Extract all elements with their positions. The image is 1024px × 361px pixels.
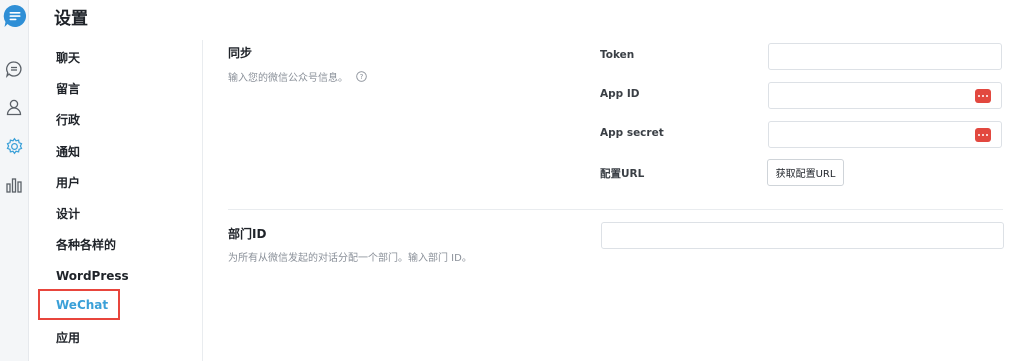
nav-item-chat[interactable]: 聊天 — [38, 42, 120, 73]
settings-nav: 聊天 留言 行政 通知 用户 设计 各种各样的 WordPress WeChat… — [38, 40, 202, 361]
department-section-title: 部门ID — [228, 227, 267, 241]
get-config-url-button[interactable]: 获取配置URL — [767, 159, 844, 186]
department-section-description: 为所有从微信发起的对话分配一个部门。输入部门 ID。 — [228, 253, 472, 264]
nav-divider — [202, 40, 203, 361]
nav-item-admin[interactable]: 行政 — [38, 104, 120, 135]
app-logo-icon[interactable] — [3, 4, 27, 28]
user-icon[interactable] — [4, 97, 24, 117]
nav-item-wordpress[interactable]: WordPress — [38, 260, 129, 291]
sync-section-title: 同步 — [228, 46, 253, 60]
sync-section-description: 输入您的微信公众号信息。 ? — [228, 69, 367, 84]
help-icon[interactable]: ? — [356, 71, 367, 82]
app-secret-label: App secret — [600, 127, 664, 139]
app-secret-input[interactable] — [768, 121, 1002, 148]
sync-description-text: 输入您的微信公众号信息。 — [228, 73, 348, 84]
nav-item-users[interactable]: 用户 — [38, 167, 120, 198]
page-title: 设置 — [54, 9, 88, 29]
nav-item-notifications[interactable]: 通知 — [38, 136, 120, 167]
token-input[interactable] — [768, 43, 1002, 70]
app-id-label: App ID — [600, 88, 640, 100]
password-manager-icon[interactable] — [975, 128, 991, 142]
password-manager-icon[interactable] — [975, 89, 991, 103]
department-id-input[interactable] — [601, 222, 1004, 249]
icon-rail — [0, 0, 29, 361]
nav-item-wechat[interactable]: WeChat — [38, 289, 120, 320]
chat-bubble-icon[interactable] — [4, 59, 24, 79]
nav-item-apps[interactable]: 应用 — [38, 322, 120, 353]
app-id-input[interactable] — [768, 82, 1002, 109]
gear-icon[interactable] — [4, 136, 24, 156]
nav-item-messages[interactable]: 留言 — [38, 73, 120, 104]
nav-item-design[interactable]: 设计 — [38, 198, 120, 229]
section-divider — [228, 209, 1003, 210]
token-label: Token — [600, 49, 635, 61]
svg-text:?: ? — [360, 73, 364, 81]
config-url-label: 配置URL — [600, 168, 645, 180]
nav-item-miscellaneous[interactable]: 各种各样的 — [38, 229, 120, 260]
bar-chart-icon[interactable] — [4, 175, 24, 195]
